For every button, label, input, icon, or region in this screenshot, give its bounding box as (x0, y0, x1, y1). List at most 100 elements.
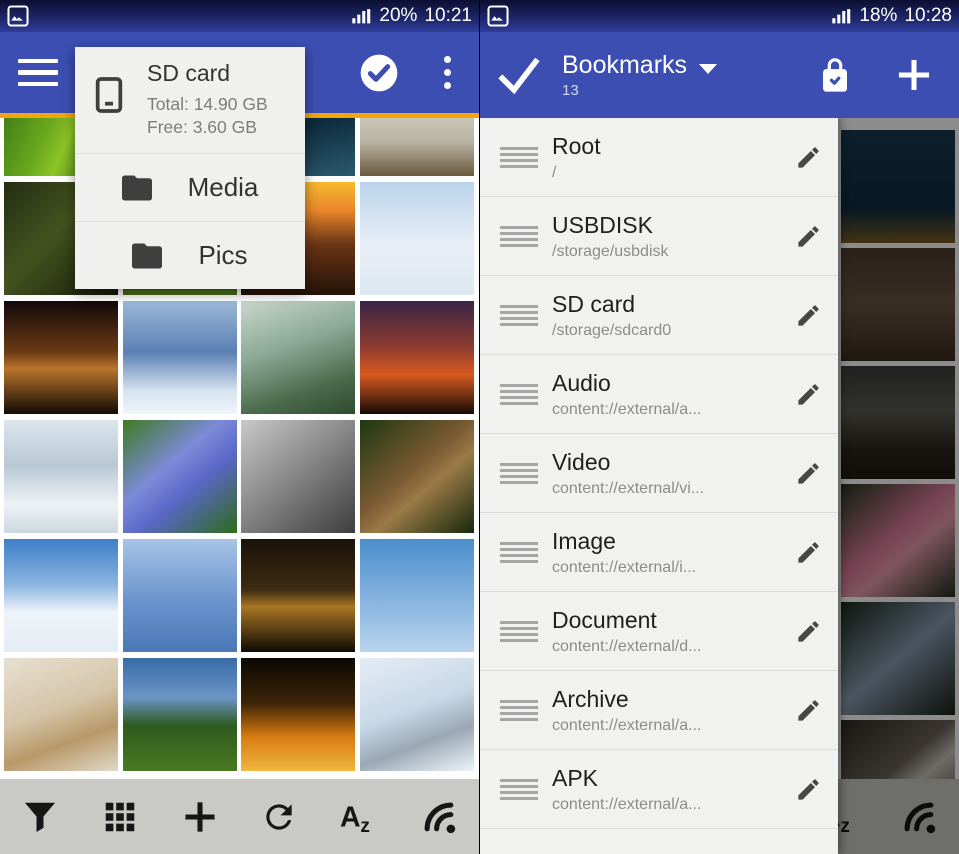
bookmark-item-root[interactable]: Root / (480, 118, 838, 197)
svg-text:z: z (361, 815, 371, 835)
menu-icon[interactable] (18, 58, 58, 87)
edit-icon[interactable] (795, 697, 822, 724)
edit-icon[interactable] (795, 223, 822, 250)
signal-icon (350, 5, 372, 27)
dropdown-arrow-icon (699, 63, 718, 74)
thumbnail-frosted-wire[interactable] (122, 539, 237, 652)
thumbnail-snow-cabin[interactable] (359, 658, 474, 771)
bookmarks-panel: Root / USBDISK/storage/usbdisk SD card/stor… (480, 118, 838, 854)
edit-icon[interactable] (795, 539, 822, 566)
thumbnail-castle-night[interactable] (4, 301, 118, 414)
battery-percent: 18% (859, 5, 898, 26)
thumbnail-snowy-owl[interactable] (4, 658, 118, 771)
drag-handle-icon[interactable] (500, 778, 538, 800)
app-bar: Bookmarks 13 (480, 32, 959, 118)
status-bar: 18% 10:28 (480, 0, 959, 32)
clock: 10:28 (904, 5, 952, 26)
thumbnail-frosted-tree[interactable] (359, 182, 474, 295)
drag-handle-icon[interactable] (500, 462, 538, 484)
thumbnail-snail-shell[interactable] (241, 539, 355, 652)
add-icon[interactable] (895, 56, 933, 94)
drag-handle-icon[interactable] (500, 699, 538, 721)
sort-az-icon[interactable]: Az (340, 798, 378, 836)
drag-handle-icon[interactable] (500, 541, 538, 563)
lock-icon[interactable] (817, 56, 853, 94)
folder-item-pics[interactable]: Pics (75, 221, 305, 289)
thumbnail-orange-moss[interactable] (241, 658, 355, 771)
screen-bookmarks: 18% 10:28 Bookmarks 13 Az Root/USBDISK/s… (480, 0, 959, 854)
drag-handle-icon[interactable] (500, 383, 538, 405)
add-icon[interactable] (181, 798, 219, 836)
storage-free: Free: 3.60 GB (147, 117, 257, 137)
thumbnail-misty-mountain[interactable] (241, 301, 355, 414)
grid-view-icon[interactable] (101, 798, 139, 836)
drag-handle-icon[interactable] (500, 620, 538, 642)
bookmark-title: Audio (552, 369, 611, 396)
thumbnail-butterfly[interactable] (359, 420, 474, 533)
clock: 10:21 (424, 5, 472, 26)
drag-handle-icon[interactable] (500, 146, 538, 168)
photo-icon (7, 5, 29, 27)
overflow-icon[interactable] (433, 56, 461, 89)
screen-gallery: 20% 10:21 Az SD card Total: 14.90 GB Fre… (0, 0, 479, 854)
bookmark-path: content://external/vi... (552, 479, 705, 497)
thumbnail-snowy-footbridge[interactable] (122, 301, 237, 414)
drag-handle-icon[interactable] (500, 304, 538, 326)
thumbnail-waterfall[interactable] (359, 118, 474, 176)
folder-item-media[interactable]: Media (75, 153, 305, 221)
bookmark-title: APK (552, 764, 599, 791)
folder-label: Pics (198, 240, 248, 270)
folder-icon (121, 175, 152, 201)
check-icon[interactable] (496, 55, 542, 95)
bookmark-item-archive[interactable]: Archive content://external/a... (480, 671, 838, 750)
bookmark-item-sd-card[interactable]: SD card/storage/sdcard0 (480, 276, 838, 355)
battery-percent: 20% (379, 5, 418, 26)
bookmark-path: content://external/a... (552, 716, 702, 734)
bookmark-path: content://external/d... (552, 637, 702, 655)
thumbnail-tree-meadow[interactable] (122, 658, 237, 771)
bookmark-path: / (552, 163, 557, 181)
refresh-icon[interactable] (260, 798, 298, 836)
edit-icon[interactable] (795, 776, 822, 803)
photo-icon (487, 5, 509, 27)
storage-dropdown: SD card Total: 14.90 GB Free: 3.60 GB Me… (75, 47, 305, 289)
bookmarks-title-block[interactable]: Bookmarks 13 (562, 51, 718, 99)
edit-icon[interactable] (795, 381, 822, 408)
thumbnail-snowy-pines[interactable] (4, 420, 118, 533)
folder-icon (132, 243, 163, 269)
bookmark-item-video[interactable]: Video content://external/vi... (480, 434, 838, 513)
thumbnail-blue-gentian[interactable] (122, 420, 237, 533)
bookmark-title: Archive (552, 685, 629, 712)
bookmark-item-all-fil[interactable]: All Fil... (480, 829, 838, 854)
bookmark-path: content://external/a... (552, 400, 702, 418)
signal-icon (830, 5, 852, 27)
bookmark-item-document[interactable]: Document content://external/d... (480, 592, 838, 671)
bookmark-title: Image (552, 527, 616, 554)
bookmark-title: SD card (552, 290, 636, 317)
sd-card-icon (93, 76, 125, 114)
page-title: Bookmarks (562, 51, 688, 79)
edit-icon[interactable] (795, 144, 822, 171)
thumbnail-bw-macro[interactable] (241, 420, 355, 533)
storage-header[interactable]: SD card Total: 14.90 GB Free: 3.60 GB (75, 47, 305, 153)
bookmarks-count: 13 (562, 82, 579, 99)
bookmark-item-apk[interactable]: APK content://external/a... (480, 750, 838, 829)
wireless-icon[interactable] (420, 798, 458, 836)
bottom-toolbar: Az (0, 779, 479, 854)
bookmark-item-image[interactable]: Image content://external/i... (480, 513, 838, 592)
bookmark-item-audio[interactable]: Audio content://external/a... (480, 355, 838, 434)
thumbnail-skier-slope[interactable] (4, 539, 118, 652)
bookmark-title: Root (552, 132, 601, 159)
filter-icon[interactable] (21, 798, 59, 836)
edit-icon[interactable] (795, 618, 822, 645)
bookmark-item-usbdisk[interactable]: USBDISK/storage/usbdisk (480, 197, 838, 276)
drag-handle-icon[interactable] (500, 225, 538, 247)
edit-icon[interactable] (795, 460, 822, 487)
status-bar: 20% 10:21 (0, 0, 479, 32)
storage-title: SD card (147, 60, 231, 86)
thumbnail-spring-buds[interactable] (359, 539, 474, 652)
thumbnail-red-sunset[interactable] (359, 301, 474, 414)
check-circle-icon[interactable] (359, 53, 399, 93)
edit-icon[interactable] (795, 302, 822, 329)
storage-total: Total: 14.90 GB (147, 94, 268, 114)
